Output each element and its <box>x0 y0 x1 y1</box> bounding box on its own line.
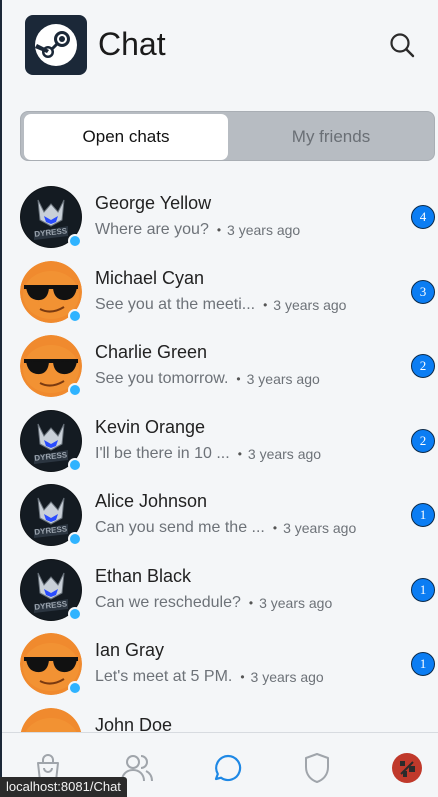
contact-name: George Yellow <box>95 193 212 213</box>
separator-dot: • <box>248 595 254 610</box>
message-preview-line: See you at the meeti... • 3 years ago <box>95 296 346 314</box>
header: Chat <box>2 0 438 92</box>
chat-bubble-icon[interactable] <box>211 751 245 785</box>
message-preview: See you tomorrow. <box>95 370 229 387</box>
chat-list-item[interactable]: Michael Cyan See you at the meeti... • 3… <box>2 255 438 329</box>
separator-dot: • <box>237 446 242 461</box>
online-status-indicator <box>68 681 82 695</box>
chat-list-item[interactable]: DYRESS Ethan Black Can we reschedule? • … <box>2 553 438 627</box>
separator-dot: • <box>263 297 268 312</box>
unread-count-badge: 3 <box>411 279 435 304</box>
unread-count-badge: 1 <box>411 503 435 527</box>
shield-icon[interactable] <box>300 751 334 785</box>
profile-avatar-icon[interactable] <box>390 751 424 785</box>
message-preview-line: Let's meet at 5 PM. • 3 years ago <box>95 668 324 686</box>
chat-list-item[interactable]: DYRESS Alice Johnson Can you send me the… <box>2 478 438 552</box>
contact-name: Charlie Green <box>95 342 208 362</box>
chat-list-item[interactable]: Ian Gray Let's meet at 5 PM. • 3 years a… <box>2 627 438 701</box>
message-preview-line: See you tomorrow. • 3 years ago <box>95 370 320 388</box>
unread-count-badge: 4 <box>411 205 435 229</box>
search-icon[interactable] <box>388 31 416 59</box>
separator-dot: • <box>272 521 278 535</box>
contact-name: Michael Cyan <box>95 267 205 288</box>
separator-dot: • <box>240 670 245 684</box>
chat-screen: Chat Open chats My friends DYRESS George… <box>0 0 438 797</box>
message-preview: Can you send me the ... <box>95 519 265 536</box>
message-time: 3 years ago <box>259 594 333 611</box>
online-status-indicator <box>68 308 82 323</box>
tab-my-friends[interactable]: My friends <box>229 114 433 160</box>
online-status-indicator <box>68 457 82 472</box>
message-preview: Can we reschedule? <box>95 593 241 611</box>
page-title: Chat <box>98 26 166 62</box>
separator-dot: • <box>236 372 241 386</box>
message-preview: See you at the meeti... <box>95 295 256 313</box>
contact-name: Ian Gray <box>95 640 165 660</box>
online-status-indicator <box>68 383 82 397</box>
tab-open-chats[interactable]: Open chats <box>24 114 228 160</box>
message-preview-line: Can you send me the ... • 3 years ago <box>95 519 356 537</box>
message-time: 3 years ago <box>247 445 322 462</box>
online-status-indicator <box>68 234 82 248</box>
unread-count-badge: 2 <box>411 428 435 453</box>
message-preview-line: I'll be there in 10 ... • 3 years ago <box>95 445 321 463</box>
message-preview-line: Can we reschedule? • 3 years ago <box>95 594 332 612</box>
contact-name: Kevin Orange <box>95 416 206 437</box>
contact-name: Ethan Black <box>95 565 192 586</box>
contact-name: Alice Johnson <box>95 491 208 511</box>
online-status-indicator <box>68 606 82 621</box>
unread-count-badge: 1 <box>411 577 435 602</box>
separator-dot: • <box>216 223 222 237</box>
chat-list-item[interactable]: Charlie Green See you tomorrow. • 3 year… <box>2 329 438 403</box>
chat-list-item[interactable]: DYRESS Kevin Orange I'll be there in 10 … <box>2 404 438 478</box>
unread-count-badge: 2 <box>411 354 435 378</box>
unread-count-badge: 1 <box>411 652 435 676</box>
message-time: 3 years ago <box>273 296 347 313</box>
message-preview: I'll be there in 10 ... <box>95 444 230 462</box>
chat-list-item[interactable]: DYRESS George Yellow Where are you? • 3 … <box>2 180 438 254</box>
steam-logo-icon[interactable] <box>25 15 87 75</box>
message-preview: Let's meet at 5 PM. <box>95 668 233 685</box>
message-preview: Where are you? <box>95 221 209 238</box>
online-status-indicator <box>68 532 82 546</box>
browser-status-url: localhost:8081/Chat <box>0 777 127 797</box>
message-time: 3 years ago <box>227 222 301 238</box>
message-preview-line: Where are you? • 3 years ago <box>95 221 300 239</box>
message-time: 3 years ago <box>250 669 324 685</box>
message-time: 3 years ago <box>283 520 357 536</box>
message-time: 3 years ago <box>246 371 320 387</box>
chat-tabs: Open chats My friends <box>20 111 435 161</box>
